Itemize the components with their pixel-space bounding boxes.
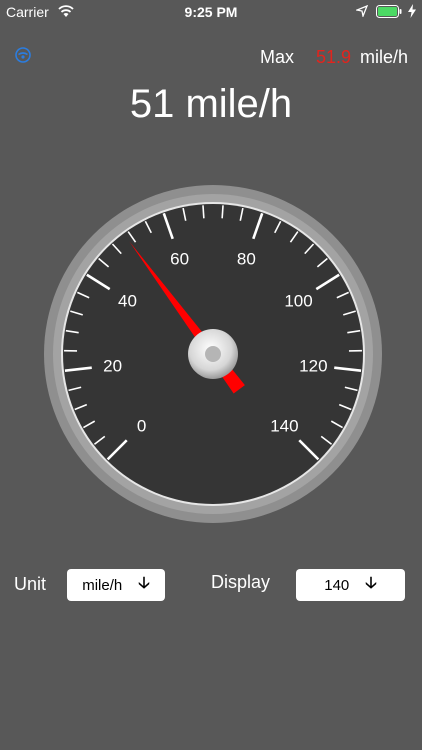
max-label: Max (260, 47, 295, 67)
gauge-minor-tick (202, 205, 205, 219)
gauge-tick-label: 120 (299, 356, 327, 375)
gauge-tick-label: 100 (284, 291, 312, 310)
gauge-tick-label: 60 (170, 250, 189, 269)
status-bar: Carrier 9:25 PM (0, 0, 422, 24)
display-dropdown[interactable]: 140 🡣 (296, 569, 405, 601)
location-arrow-icon (356, 5, 368, 17)
gauge-tick-label: 40 (118, 291, 137, 310)
battery-icon (376, 5, 402, 18)
settings-icon[interactable] (13, 45, 33, 65)
gauge-tick-label: 80 (237, 250, 256, 269)
unit-dropdown-value: mile/h (82, 576, 123, 594)
arrow-down-icon: 🡣 (365, 574, 377, 592)
display-label: Display (211, 572, 271, 592)
gauge-tick-label: 140 (270, 416, 298, 435)
gauge-tick-label: 20 (103, 356, 122, 375)
unit-dropdown[interactable]: mile/h 🡣 (67, 569, 165, 601)
charging-bolt-icon (408, 4, 416, 18)
arrow-down-icon: 🡣 (138, 574, 150, 592)
display-dropdown-value: 140 (324, 576, 350, 594)
speedometer-gauge: 0 20 40 60 80 100 120 140 (44, 185, 382, 523)
current-speed-readout: 51 mile/h (129, 82, 293, 126)
max-speed-value: 51.9 (316, 47, 352, 67)
max-speed-unit: mile/h (360, 47, 409, 67)
gauge-hub-center (205, 346, 221, 362)
gauge-minor-tick (221, 205, 224, 219)
unit-label: Unit (14, 574, 47, 594)
gauge-tick-label: 0 (137, 416, 146, 435)
